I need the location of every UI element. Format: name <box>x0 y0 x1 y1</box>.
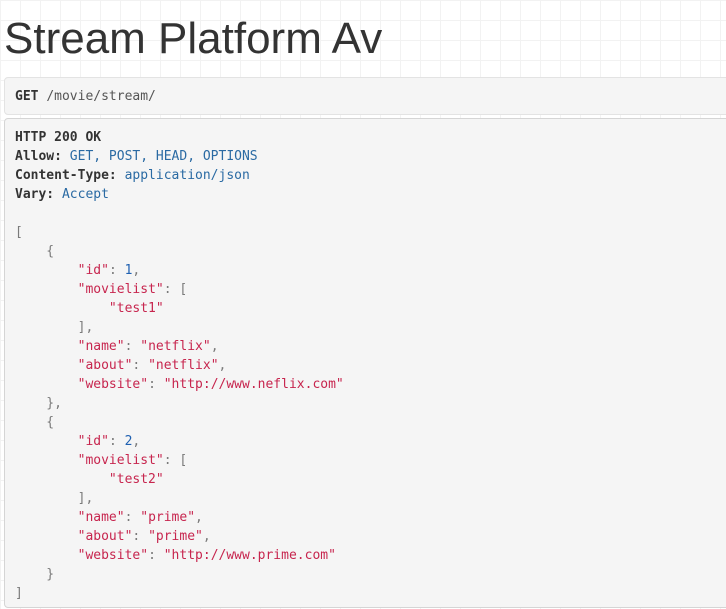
header-name: Allow: <box>15 149 62 164</box>
json-value: "netflix" <box>140 339 211 354</box>
json-key: "name" <box>77 339 125 354</box>
json-row-movielist: "movielist": [ <box>77 282 188 297</box>
json-value: "http://www.prime.com" <box>163 548 336 563</box>
json-value: "test2" <box>108 472 164 487</box>
json-value: "test1" <box>108 301 164 316</box>
json-object-open: { <box>15 244 55 259</box>
json-object-close: }, <box>15 396 62 411</box>
json-key: "about" <box>77 529 133 544</box>
json-value: "http://www.neflix.com" <box>163 377 344 392</box>
json-row-movielist-close: ], <box>15 491 94 506</box>
header-name: Vary: <box>15 187 55 202</box>
json-row-id: "id": 1, <box>77 263 141 278</box>
json-row-website: "website": "http://www.prime.com" <box>77 548 336 563</box>
json-key: "about" <box>77 358 133 373</box>
json-key: "website" <box>77 377 149 392</box>
header-name: Content-Type: <box>15 168 117 183</box>
json-object-close: } <box>15 567 55 582</box>
json-value: "prime" <box>148 529 203 544</box>
json-key: "movielist" <box>77 282 164 297</box>
json-row-about: "about": "prime", <box>77 529 211 544</box>
response-header-content-type: Content-Type: application/json <box>15 166 723 185</box>
response-body: HTTP 200 OK Allow: GET, POST, HEAD, OPTIO… <box>4 118 726 608</box>
header-value: GET, POST, HEAD, OPTIONS <box>69 149 258 164</box>
response-header-allow: Allow: GET, POST, HEAD, OPTIONS <box>15 147 723 166</box>
response-status: HTTP 200 OK <box>15 130 102 145</box>
response-header-vary: Vary: Accept <box>15 185 723 204</box>
json-value: "prime" <box>140 510 196 525</box>
header-value: application/json <box>124 168 250 183</box>
json-row-movielist-item: "test1" <box>15 299 723 318</box>
json-key: "website" <box>77 548 149 563</box>
json-row-id: "id": 2, <box>77 434 141 449</box>
json-value: "netflix" <box>148 358 219 373</box>
json-array-open: [ <box>15 225 23 240</box>
json-object-open: { <box>15 415 55 430</box>
json-row-name: "name": "prime", <box>77 510 203 525</box>
request-method: GET <box>15 89 39 104</box>
json-row-movielist-close: ], <box>15 320 94 335</box>
json-row-name: "name": "netflix", <box>77 339 219 354</box>
json-row-movielist-item: "test2" <box>15 470 723 489</box>
page-title: Stream Platform Av <box>4 14 383 63</box>
json-key: "id" <box>77 434 109 449</box>
json-key: "id" <box>77 263 109 278</box>
json-row-website: "website": "http://www.neflix.com" <box>77 377 344 392</box>
request-bar: GET /movie/stream/ <box>4 77 726 115</box>
json-array-close: ] <box>15 586 23 601</box>
request-path: /movie/stream/ <box>46 89 156 104</box>
json-row-movielist: "movielist": [ <box>77 453 188 468</box>
json-key: "movielist" <box>77 453 164 468</box>
json-key: "name" <box>77 510 125 525</box>
json-row-about: "about": "netflix", <box>77 358 227 373</box>
header-value: Accept <box>61 187 109 202</box>
